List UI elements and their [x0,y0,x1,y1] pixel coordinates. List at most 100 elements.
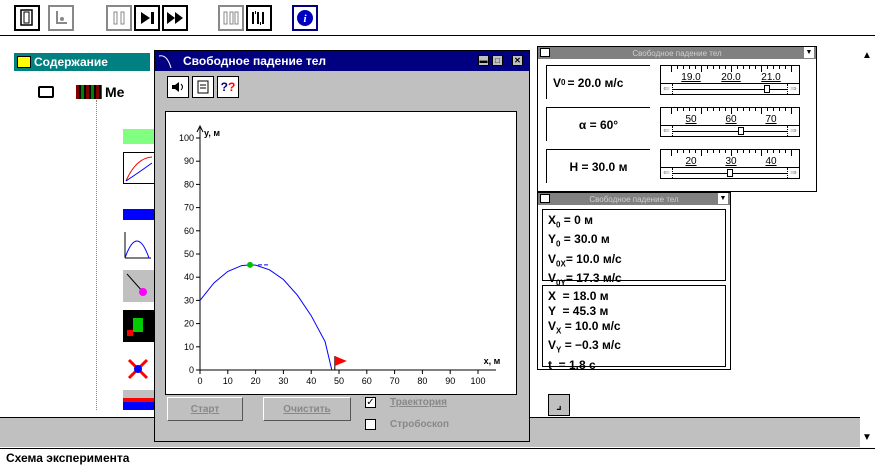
help-icon[interactable]: ?? [217,76,239,98]
scale-label: 21.0 [761,72,781,83]
scale-tick [755,108,756,111]
data-row: t = 1.8 с [548,358,621,373]
trajectory-checkbox[interactable]: ✓ Траектория [365,397,447,408]
end-icon[interactable] [246,5,272,31]
slider-left-arrow-icon[interactable]: ⇐ [661,168,673,178]
start-button[interactable]: Старт [167,397,243,421]
thumb-1[interactable] [123,114,155,144]
params-sys-icon[interactable] [540,48,550,57]
thumb-8[interactable] [123,390,155,410]
data-window: Свободное падение тел ▼ X0 = 0 м Y0 = 30.… [537,192,731,373]
data-sys-icon[interactable] [540,194,550,203]
y-axis-label: y, м [204,128,220,138]
slider-right-arrow-icon[interactable]: ⇒ [787,126,799,136]
slider-left-arrow-icon[interactable]: ⇐ [661,84,673,94]
slider-left-arrow-icon[interactable]: ⇐ [661,126,673,136]
bookshelf-icon [76,85,102,99]
scale-tick [683,150,684,153]
data-row-value: = 17.3 м/с [565,271,622,286]
thumb-2[interactable] [123,152,155,184]
scale-tick [749,66,750,69]
param-scale-1: 50 60 70 [660,107,800,125]
scale-tick [707,108,708,111]
data-row: V0Y= 17.3 м/с [548,271,622,290]
document-icon[interactable] [192,76,214,98]
book-icon [17,56,31,68]
x-tick-label: 90 [445,376,455,386]
status-bar: Схема эксперимента [0,448,875,467]
expand-button[interactable]: ⌟ [548,394,570,416]
simulation-title-bar[interactable]: Свободное падение тел ▬ □ ✕ [155,51,529,71]
pause-icon[interactable] [106,5,132,31]
scale-tick [767,150,768,153]
close-icon[interactable]: ✕ [512,55,523,66]
scroll-down-icon[interactable]: ▼ [862,432,872,443]
expand-arrow-icon: ⌟ [556,399,562,412]
data-row-value: = 30.0 м [560,232,610,247]
window-icon [157,52,175,70]
info-icon[interactable]: i [292,5,318,31]
scale-tick [713,108,714,111]
scroll-up-icon[interactable]: ▲ [862,50,872,61]
maximize-icon[interactable]: □ [492,55,503,66]
books-label: Ме [105,84,125,100]
data-row: VY = −0.3 м/с [548,338,621,357]
clear-button[interactable]: Очистить [263,397,351,421]
param-label: H = 30.0 м [569,159,628,174]
scale-label: 60 [725,114,737,125]
y-tick-label: 30 [184,295,194,305]
data-row-name: V [548,338,557,353]
slider-thumb[interactable] [737,127,744,135]
scale-tick [761,108,762,114]
param-slider-1[interactable]: ⇐ ⇒ [660,125,800,137]
trajectory-line [199,264,333,371]
scale-tick [737,108,738,111]
minimize-icon[interactable]: ▬ [478,55,489,66]
x-tick-label: 20 [251,376,261,386]
stroboscope-label: Стробоскоп [390,419,450,430]
data-row-value: = 10.0 м/с [565,251,622,266]
trajectory-check-icon: ✓ [365,397,376,408]
scale-tick [743,66,744,69]
main-toolbar: i [0,0,875,36]
data-dropdown-icon[interactable]: ▼ [718,193,728,204]
scale-tick [779,66,780,69]
slider-thumb[interactable] [727,169,733,177]
scale-tick [785,108,786,111]
scale-tick [779,150,780,153]
slider-right-arrow-icon[interactable]: ⇒ [787,84,799,94]
scale-label: 20 [685,156,697,167]
param-slider-0[interactable]: ⇐ ⇒ [660,83,800,95]
data-row: VX = 10.0 м/с [548,319,621,338]
data-title-bar[interactable]: Свободное падение тел ▼ [538,193,730,205]
step-icon[interactable] [134,5,160,31]
experiment-list [96,100,156,410]
scale-tick [701,150,702,156]
x-tick-label: 0 [197,376,202,386]
simulation-title: Свободное падение тел [183,54,327,68]
thumb-4[interactable] [123,230,155,262]
thumb-6[interactable] [123,310,155,342]
params-dropdown-icon[interactable]: ▼ [804,47,814,58]
scale-tick [695,108,696,111]
toc-tab[interactable]: Содержание [14,53,150,71]
scale-tick [785,150,786,153]
sound-icon[interactable] [167,76,189,98]
param-slider-2[interactable]: ⇐ ⇒ [660,167,800,179]
slider-thumb[interactable] [763,85,770,93]
thumb-5[interactable] [123,270,155,302]
stroboscope-checkbox[interactable]: Стробоскоп [365,419,449,430]
data-row-value: = −0.3 м/с [561,338,621,353]
scale-tick [791,66,792,72]
slider-right-arrow-icon[interactable]: ⇒ [787,168,799,178]
params-title-bar[interactable]: Свободное падение тел ▼ [538,47,816,59]
fast-forward-icon[interactable] [162,5,188,31]
thumb-7[interactable] [123,356,155,382]
scale-tick [773,66,774,69]
thumb-3[interactable] [123,192,155,220]
scale-tick [707,66,708,69]
step-back-icon[interactable] [218,5,244,31]
y-tick-label: 80 [184,179,194,189]
exit-icon[interactable] [14,5,40,31]
scale-tick [749,108,750,111]
